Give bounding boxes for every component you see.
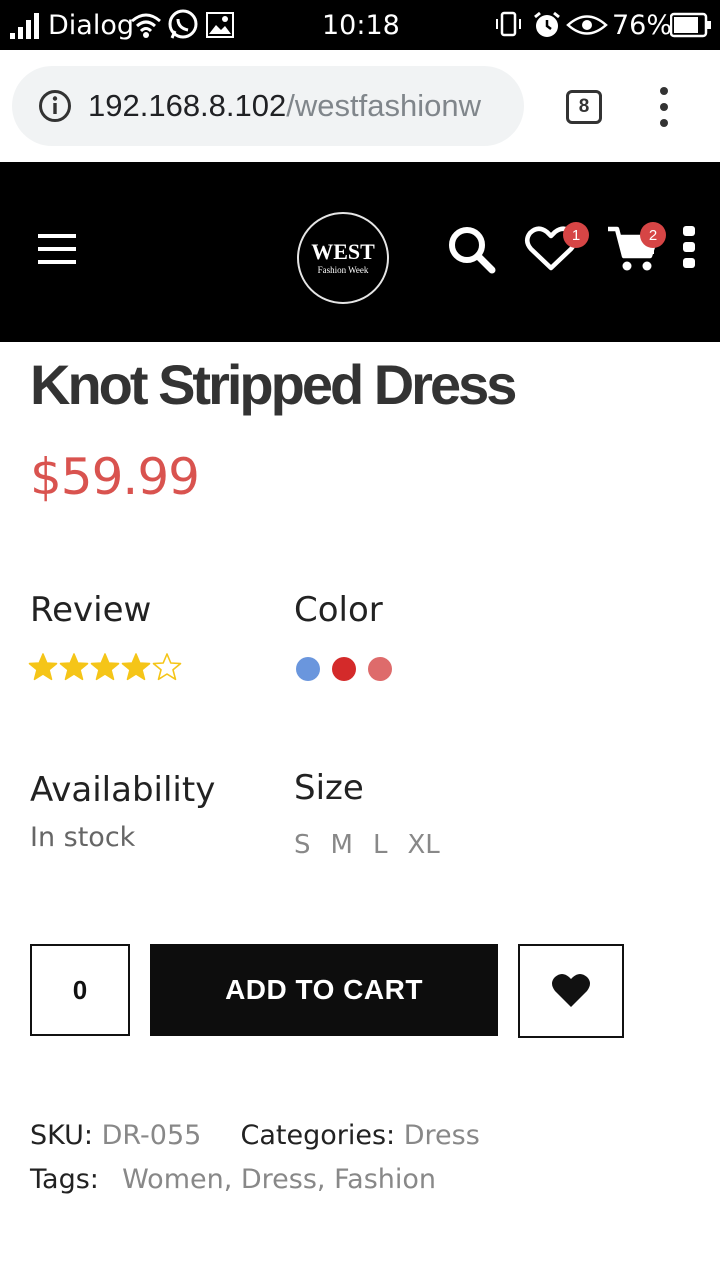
review-label: Review [30, 590, 152, 630]
address-bar[interactable]: 192.168.8.102/westfashionw [12, 66, 524, 146]
site-logo[interactable]: WEST Fashion Week [297, 212, 389, 304]
size-option-m[interactable]: M [331, 830, 353, 860]
tab-switcher-button[interactable]: 8 [566, 90, 602, 124]
product-price: $59.99 [30, 448, 200, 506]
tags-line: Tags: Women, Dress, Fashion [30, 1164, 436, 1195]
categories-label: Categories: [240, 1120, 396, 1151]
browser-toolbar: 192.168.8.102/westfashionw 8 [0, 50, 720, 162]
star-filled-icon [59, 653, 89, 681]
info-icon[interactable] [38, 89, 72, 123]
battery-percent: 76% [612, 9, 673, 41]
hamburger-menu-icon[interactable] [38, 232, 76, 266]
eye-icon [566, 0, 608, 50]
size-option-l[interactable]: L [373, 830, 388, 860]
size-option-s[interactable]: S [294, 830, 311, 860]
size-options: S M L XL [294, 830, 440, 860]
url-text[interactable]: 192.168.8.102/westfashionw [88, 88, 508, 124]
size-label: Size [294, 768, 364, 808]
status-time: 10:18 [322, 9, 400, 41]
sku-categories-line: SKU: DR-055 Categories: Dress [30, 1120, 480, 1151]
whatsapp-icon [166, 0, 200, 50]
size-option-xl[interactable]: XL [407, 830, 439, 860]
heart-icon [552, 974, 590, 1007]
categories-value[interactable]: Dress [404, 1120, 480, 1151]
signal-icon [10, 0, 44, 50]
star-empty-icon [152, 653, 182, 681]
battery-icon [670, 0, 712, 50]
alarm-icon [532, 0, 562, 50]
availability-label: Availability [30, 770, 216, 810]
stock-status: In stock [30, 822, 136, 853]
browser-menu-icon[interactable] [650, 84, 678, 130]
more-options-icon[interactable] [682, 226, 698, 270]
tags-value[interactable]: Women, Dress, Fashion [122, 1164, 436, 1195]
color-swatch[interactable] [296, 657, 320, 681]
sku-value: DR-055 [101, 1120, 202, 1151]
color-swatch[interactable] [332, 657, 356, 681]
url-path: /westfashionw [286, 88, 481, 123]
carrier-name: Dialog [48, 9, 134, 41]
rating-stars [28, 652, 182, 682]
star-filled-icon [121, 653, 151, 681]
sku-label: SKU: [30, 1120, 93, 1151]
gallery-icon [206, 0, 234, 50]
status-bar: Dialog 10:18 76% [0, 0, 720, 50]
add-to-wishlist-button[interactable] [518, 944, 624, 1038]
product-title: Knot Stripped Dress [30, 353, 517, 416]
vibrate-icon [494, 0, 524, 50]
logo-sub-text: Fashion Week [317, 265, 369, 275]
site-header: WEST Fashion Week 1 2 [0, 162, 720, 342]
logo-main-text: WEST [311, 239, 375, 264]
star-filled-icon [90, 653, 120, 681]
color-swatch[interactable] [368, 657, 392, 681]
color-label: Color [294, 590, 383, 630]
tags-label: Tags: [30, 1164, 99, 1195]
search-icon[interactable] [446, 224, 498, 276]
quantity-input[interactable]: 0 [30, 944, 130, 1036]
add-to-cart-button[interactable]: ADD TO CART [150, 944, 498, 1036]
url-host: 192.168.8.102 [88, 88, 287, 123]
wishlist-count-badge: 1 [563, 222, 589, 248]
cart-count-badge: 2 [640, 222, 666, 248]
color-swatches [296, 657, 392, 681]
star-filled-icon [28, 653, 58, 681]
wifi-icon [130, 0, 162, 50]
